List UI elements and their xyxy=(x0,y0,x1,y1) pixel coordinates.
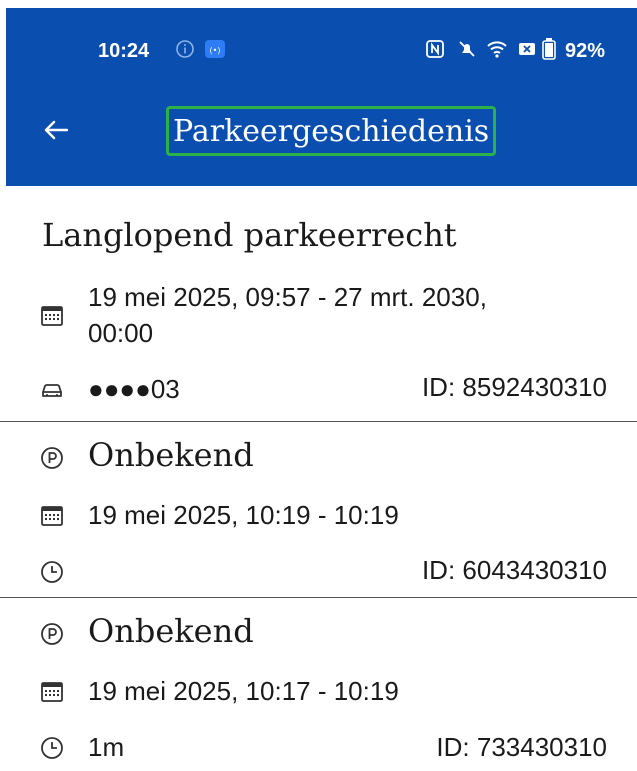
date-range: 19 mei 2025, 10:17 - 10:19 xyxy=(88,676,399,706)
item-title: Onbekend xyxy=(88,436,254,474)
mute-icon xyxy=(456,38,478,60)
divider xyxy=(0,421,637,422)
clock-icon xyxy=(40,736,64,760)
status-time: 10:24 xyxy=(98,40,150,62)
svg-text:(•): (•) xyxy=(210,46,221,55)
item-title: Langlopend parkeerrecht xyxy=(42,216,457,254)
parking-icon xyxy=(40,622,64,646)
date-range: 19 mei 2025, 09:57 - 27 mrt. 2030, xyxy=(88,282,487,312)
license-plate: ●●●●03 xyxy=(88,374,180,404)
app-bar xyxy=(6,8,637,186)
back-button[interactable] xyxy=(36,110,76,150)
parking-id: ID: 6043430310 xyxy=(421,555,607,585)
date-range-continued: 00:00 xyxy=(88,318,154,348)
parking-id: ID: 733430310 xyxy=(436,732,607,762)
calendar-icon xyxy=(40,680,64,704)
car-icon xyxy=(40,378,64,402)
page-title: Parkeergeschiedenis xyxy=(173,113,490,149)
calendar-icon xyxy=(40,304,64,328)
arrow-left-icon xyxy=(44,120,69,140)
info-icon xyxy=(174,38,196,60)
top-strip xyxy=(0,0,637,8)
nfc-icon xyxy=(424,38,446,60)
duration: 1m xyxy=(88,732,125,762)
nfc-badge-icon: (•) xyxy=(204,38,226,60)
divider xyxy=(0,597,637,598)
battery-icon xyxy=(538,38,560,60)
parking-id: ID: 8592430310 xyxy=(421,372,607,402)
calendar-icon xyxy=(40,504,64,528)
title-highlight-box: Parkeergeschiedenis xyxy=(166,106,497,156)
wifi-icon xyxy=(486,38,508,60)
battery-percent: 92% xyxy=(565,40,606,62)
item-title: Onbekend xyxy=(88,612,254,650)
date-range: 19 mei 2025, 10:19 - 10:19 xyxy=(88,500,399,530)
clock-icon xyxy=(40,560,64,584)
sim-off-icon xyxy=(516,38,538,60)
parking-icon xyxy=(40,446,64,470)
